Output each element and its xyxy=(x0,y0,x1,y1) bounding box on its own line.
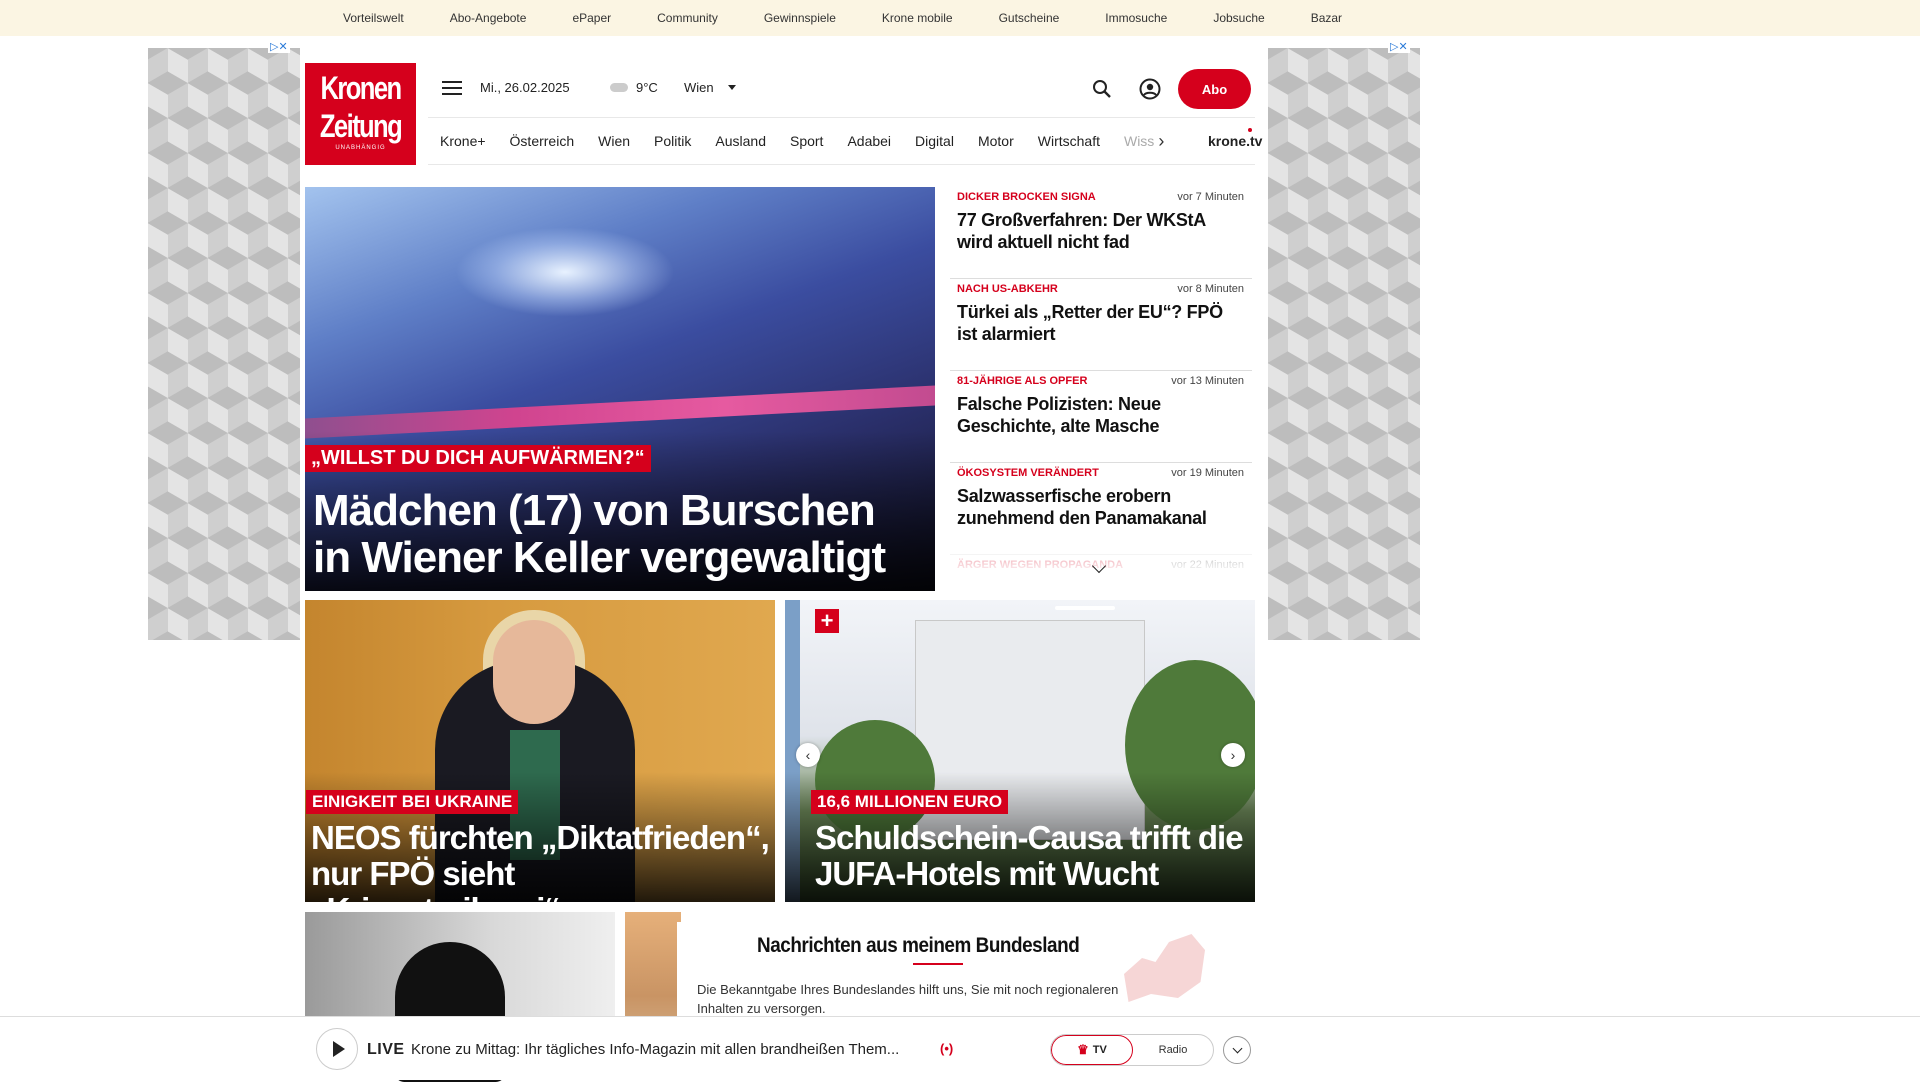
news-list-item[interactable]: NACH US-ABKEHR vor 8 Minuten Türkei als „R… xyxy=(950,279,1252,371)
service-topbar: Vorteilswelt Abo-Angebote ePaper Community G… xyxy=(0,0,1920,36)
adchoices-icon[interactable]: ▷✕ xyxy=(1388,40,1410,53)
teaser-headline[interactable]: Schuldschein-Causa trifft die JUFA-Hotel… xyxy=(815,820,1255,892)
chevron-down-icon xyxy=(1232,1043,1242,1053)
hero-headline[interactable]: Mädchen (17) von Burschen in Wiener Kell… xyxy=(313,487,923,581)
hero-kicker: „WILLST DU DICH AUFWÄRMEN?“ xyxy=(305,445,651,472)
topbar-link[interactable]: Immosuche xyxy=(1105,11,1167,25)
nav-item[interactable]: Österreich xyxy=(510,133,575,149)
nav-item[interactable]: Adabei xyxy=(847,133,891,149)
news-time: vor 13 Minuten xyxy=(1171,375,1244,387)
nav-scroll-right-icon[interactable]: › xyxy=(1158,131,1164,152)
news-list-item[interactable]: DICKER BROCKEN SIGNA vor 7 Minuten 77 Groß… xyxy=(950,187,1252,279)
user-account-icon[interactable] xyxy=(1139,78,1161,100)
news-list-item[interactable]: 81-JÄHRIGE ALS OPFER vor 13 Minuten Falsch… xyxy=(950,371,1252,463)
broadcast-icon: (•) xyxy=(940,1041,954,1056)
news-kicker: ÖKOSYSTEM VERÄNDERT xyxy=(957,467,1099,479)
teaser-card[interactable]: EINIGKEIT BEI UKRAINE NEOS fürchten „Dik… xyxy=(305,600,775,902)
nav-item[interactable]: Politik xyxy=(654,133,691,149)
topbar-link[interactable]: Vorteilswelt xyxy=(343,11,404,25)
topbar-link[interactable]: Krone mobile xyxy=(882,11,953,25)
nav-item[interactable]: Digital xyxy=(915,133,954,149)
tv-radio-toggle[interactable]: ♛ TV Radio xyxy=(1050,1034,1214,1066)
news-title[interactable]: 77 Großverfahren: Der WKStA wird aktuell… xyxy=(957,209,1244,253)
adchoices-icon[interactable]: ▷✕ xyxy=(268,40,290,53)
news-kicker: 81-JÄHRIGE ALS OPFER xyxy=(957,375,1088,387)
news-time: vor 8 Minuten xyxy=(1177,283,1244,295)
live-label: LIVE xyxy=(367,1041,405,1058)
news-time: vor 7 Minuten xyxy=(1177,191,1244,203)
nav-item[interactable]: Ausland xyxy=(715,133,766,149)
city-label: Wien xyxy=(684,80,714,95)
main-nav: Krone+ Österreich Wien Politik Ausland Sport A… xyxy=(428,117,1262,165)
nav-item[interactable]: Sport xyxy=(790,133,823,149)
carousel-indicator xyxy=(1055,606,1115,610)
news-kicker: NACH US-ABKEHR xyxy=(957,283,1058,295)
radio-tab[interactable]: Radio xyxy=(1133,1035,1213,1065)
expand-player-button[interactable] xyxy=(1223,1036,1251,1064)
teaser-kicker: EINIGKEIT BEI UKRAINE xyxy=(306,790,519,814)
weather-widget[interactable]: 9°C xyxy=(610,80,658,95)
nav-item[interactable]: Krone+ xyxy=(440,133,486,149)
logo-tagline: UNABHÄNGIG xyxy=(335,145,386,151)
live-player-bar: LIVE Krone zu Mittag: Ihr tägliches Info… xyxy=(0,1016,1920,1080)
tv-tab[interactable]: ♛ TV xyxy=(1051,1035,1133,1065)
news-time: vor 19 Minuten xyxy=(1171,467,1244,479)
live-dot-icon xyxy=(1248,128,1252,132)
news-title[interactable]: Falsche Polizisten: Neue Geschichte, alt… xyxy=(957,393,1244,437)
nav-item[interactable]: Wiss xyxy=(1124,133,1154,149)
menu-icon[interactable] xyxy=(442,81,462,95)
search-icon[interactable] xyxy=(1092,79,1112,99)
latest-news-list: DICKER BROCKEN SIGNA vor 7 Minuten 77 Groß… xyxy=(950,187,1252,575)
news-title[interactable]: Salzwasserfische erobern zunehmend den P… xyxy=(957,485,1244,529)
topbar-link[interactable]: ePaper xyxy=(572,11,611,25)
logo[interactable]: Kronen Zeitung UNABHÄNGIG xyxy=(305,63,416,165)
tv-label: TV xyxy=(1092,1044,1107,1056)
news-title[interactable]: Türkei als „Retter der EU“? FPÖ ist alar… xyxy=(957,301,1244,345)
city-select[interactable]: Wien xyxy=(684,80,736,95)
bundesland-title: Nachrichten aus meinem Bundesland xyxy=(757,934,1080,957)
topbar-link[interactable]: Abo-Angebote xyxy=(450,11,527,25)
ad-skyscraper-left[interactable] xyxy=(148,48,300,640)
cloud-icon xyxy=(610,83,628,92)
topbar-link[interactable]: Jobsuche xyxy=(1213,11,1264,25)
topbar-link[interactable]: Gewinnspiele xyxy=(764,11,836,25)
play-button[interactable] xyxy=(316,1028,358,1070)
krone-plus-icon: + xyxy=(815,609,839,633)
topbar-link[interactable]: Community xyxy=(657,11,718,25)
crown-icon: ♛ xyxy=(1077,1042,1089,1057)
abo-button[interactable]: Abo xyxy=(1178,69,1251,109)
carousel-prev-icon[interactable]: ‹ xyxy=(796,743,820,767)
chevron-down-icon xyxy=(727,85,736,90)
news-kicker: DICKER BROCKEN SIGNA xyxy=(957,191,1096,203)
temperature: 9°C xyxy=(636,80,658,95)
nav-item[interactable]: Wirtschaft xyxy=(1038,133,1100,149)
current-date: Mi., 26.02.2025 xyxy=(480,80,570,95)
teaser-kicker: 16,6 MILLIONEN EURO xyxy=(811,790,1009,814)
topbar-link[interactable]: Gutscheine xyxy=(999,11,1060,25)
live-program-title[interactable]: Krone zu Mittag: Ihr tägliches Info-Maga… xyxy=(411,1041,931,1058)
ad-skyscraper-right[interactable] xyxy=(1268,48,1420,640)
play-icon xyxy=(332,1041,345,1057)
teaser-headline[interactable]: NEOS fürchten „Diktatfrieden“, nur FPÖ s… xyxy=(311,820,771,903)
bundesland-text: Die Bekanntgabe Ihres Bundeslandes hilft… xyxy=(697,982,1119,1016)
logo-text: Kronen xyxy=(320,70,403,106)
nav-item[interactable]: Wien xyxy=(598,133,630,149)
logo-text: Zeitung xyxy=(319,108,403,144)
topbar-link[interactable]: Bazar xyxy=(1311,11,1342,25)
nav-item[interactable]: Motor xyxy=(978,133,1014,149)
teaser-card-carousel[interactable]: + ‹ › 16,6 MILLIONEN EURO Schuldschein-C… xyxy=(785,600,1255,902)
nav-krone-tv[interactable]: krone.tv xyxy=(1208,133,1262,149)
carousel-next-icon[interactable]: › xyxy=(1221,743,1245,767)
